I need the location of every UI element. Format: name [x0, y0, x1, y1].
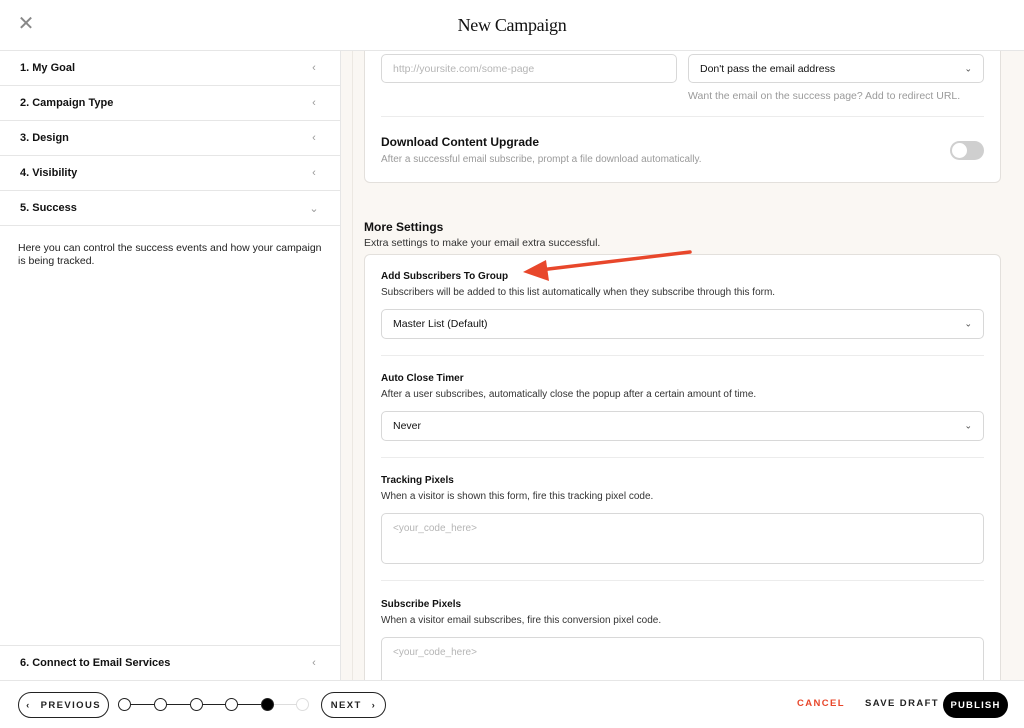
subscriber-group-select[interactable]: Master List (Default) ⌄	[381, 309, 984, 339]
chevron-left-icon: ‹	[312, 167, 316, 179]
chevron-left-icon: ‹	[312, 657, 316, 669]
auto-close-description: After a user subscribes, automatically c…	[381, 389, 757, 400]
step-dot-3[interactable]	[190, 698, 203, 711]
sidebar-item-success[interactable]: 5. Success ⌄	[0, 191, 340, 226]
add-to-group-label: Add Subscribers To Group	[381, 271, 509, 282]
step-connector	[166, 704, 190, 705]
select-value: Never	[393, 420, 422, 432]
sidebar-gutter	[341, 51, 353, 680]
step-dot-5[interactable]	[261, 698, 274, 711]
divider	[381, 355, 984, 356]
previous-button[interactable]: ‹ PREVIOUS	[18, 692, 109, 718]
chevron-down-icon: ⌄	[964, 420, 972, 431]
step-dot-6[interactable]	[296, 698, 309, 711]
subscribe-pixels-textarea[interactable]: <your_code_here>	[381, 637, 984, 680]
auto-close-select[interactable]: Never ⌄	[381, 411, 984, 441]
more-settings-title: More Settings	[364, 220, 444, 234]
more-settings-card: Add Subscribers To Group Subscribers wil…	[364, 254, 1001, 680]
page-title: New Campaign	[457, 15, 567, 35]
sidebar-item-label: 4. Visibility	[20, 167, 78, 179]
download-upgrade-toggle[interactable]	[950, 141, 984, 160]
more-settings-description: Extra settings to make your email extra …	[364, 237, 601, 249]
header: ✕ New Campaign	[0, 0, 1024, 51]
sidebar-item-label: 5. Success	[20, 202, 77, 214]
select-value: Don't pass the email address	[700, 62, 836, 75]
tracking-pixels-description: When a visitor is shown this form, fire …	[381, 491, 654, 502]
sidebar-item-campaign-type[interactable]: 2. Campaign Type ‹	[0, 86, 340, 121]
sidebar-item-my-goal[interactable]: 1. My Goal ‹	[0, 51, 340, 86]
sidebar-item-label: 2. Campaign Type	[20, 97, 114, 109]
next-button[interactable]: NEXT ›	[321, 692, 386, 718]
step-connector	[273, 704, 297, 705]
cancel-button[interactable]: CANCEL	[797, 698, 845, 709]
email-pass-select[interactable]: Don't pass the email address ⌄	[688, 54, 984, 83]
add-to-group-description: Subscribers will be added to this list a…	[381, 287, 776, 298]
sidebar: 1. My Goal ‹ 2. Campaign Type ‹ 3. Desig…	[0, 51, 341, 680]
publish-button[interactable]: PUBLISH	[943, 692, 1008, 718]
main-content[interactable]: http://yoursite.com/some-page Don't pass…	[353, 51, 1024, 680]
chevron-left-icon: ‹	[312, 97, 316, 109]
sidebar-item-design[interactable]: 3. Design ‹	[0, 121, 340, 156]
step-connector	[202, 704, 225, 705]
chevron-left-icon: ‹	[26, 699, 31, 711]
chevron-down-icon: ⌄	[964, 63, 972, 73]
toggle-knob	[952, 143, 967, 158]
download-upgrade-title: Download Content Upgrade	[381, 135, 539, 149]
email-pass-hint: Want the email on the success page? Add …	[688, 90, 961, 102]
sidebar-bottom: 6. Connect to Email Services ‹	[0, 645, 340, 680]
step-connector	[130, 704, 154, 705]
chevron-right-icon: ›	[371, 699, 377, 711]
sidebar-item-label: 6. Connect to Email Services	[20, 657, 171, 669]
step-dot-1[interactable]	[118, 698, 131, 711]
tracking-pixels-label: Tracking Pixels	[381, 475, 454, 486]
sidebar-item-visibility[interactable]: 4. Visibility ‹	[0, 156, 340, 191]
download-upgrade-description: After a successful email subscribe, prom…	[381, 154, 702, 165]
redirect-url-input[interactable]: http://yoursite.com/some-page	[381, 54, 677, 83]
sidebar-section-description: Here you can control the success events …	[18, 242, 322, 267]
divider	[381, 457, 984, 458]
step-progress	[118, 698, 312, 712]
tracking-pixels-textarea[interactable]: <your_code_here>	[381, 513, 984, 564]
chevron-left-icon: ‹	[312, 62, 316, 74]
auto-close-label: Auto Close Timer	[381, 373, 464, 384]
success-redirect-card: http://yoursite.com/some-page Don't pass…	[364, 51, 1001, 183]
step-dot-4[interactable]	[225, 698, 238, 711]
next-label: NEXT	[330, 699, 362, 711]
sidebar-item-label: 3. Design	[20, 132, 69, 144]
chevron-left-icon: ‹	[312, 132, 316, 144]
footer: ‹ PREVIOUS NEXT › CANCEL SAVE DRAFT PUBL…	[0, 680, 1024, 728]
save-draft-button[interactable]: SAVE DRAFT	[865, 698, 939, 709]
subscribe-pixels-description: When a visitor email subscribes, fire th…	[381, 615, 662, 626]
step-connector	[237, 704, 261, 705]
subscribe-pixels-label: Subscribe Pixels	[381, 599, 462, 610]
step-dot-2[interactable]	[154, 698, 167, 711]
previous-label: PREVIOUS	[40, 699, 101, 711]
chevron-down-icon: ⌄	[309, 202, 319, 215]
chevron-down-icon: ⌄	[964, 318, 972, 329]
sidebar-item-connect-email[interactable]: 6. Connect to Email Services ‹	[0, 646, 340, 680]
sidebar-item-label: 1. My Goal	[20, 62, 76, 74]
divider	[381, 580, 984, 581]
divider	[381, 116, 984, 117]
select-value: Master List (Default)	[393, 318, 488, 330]
